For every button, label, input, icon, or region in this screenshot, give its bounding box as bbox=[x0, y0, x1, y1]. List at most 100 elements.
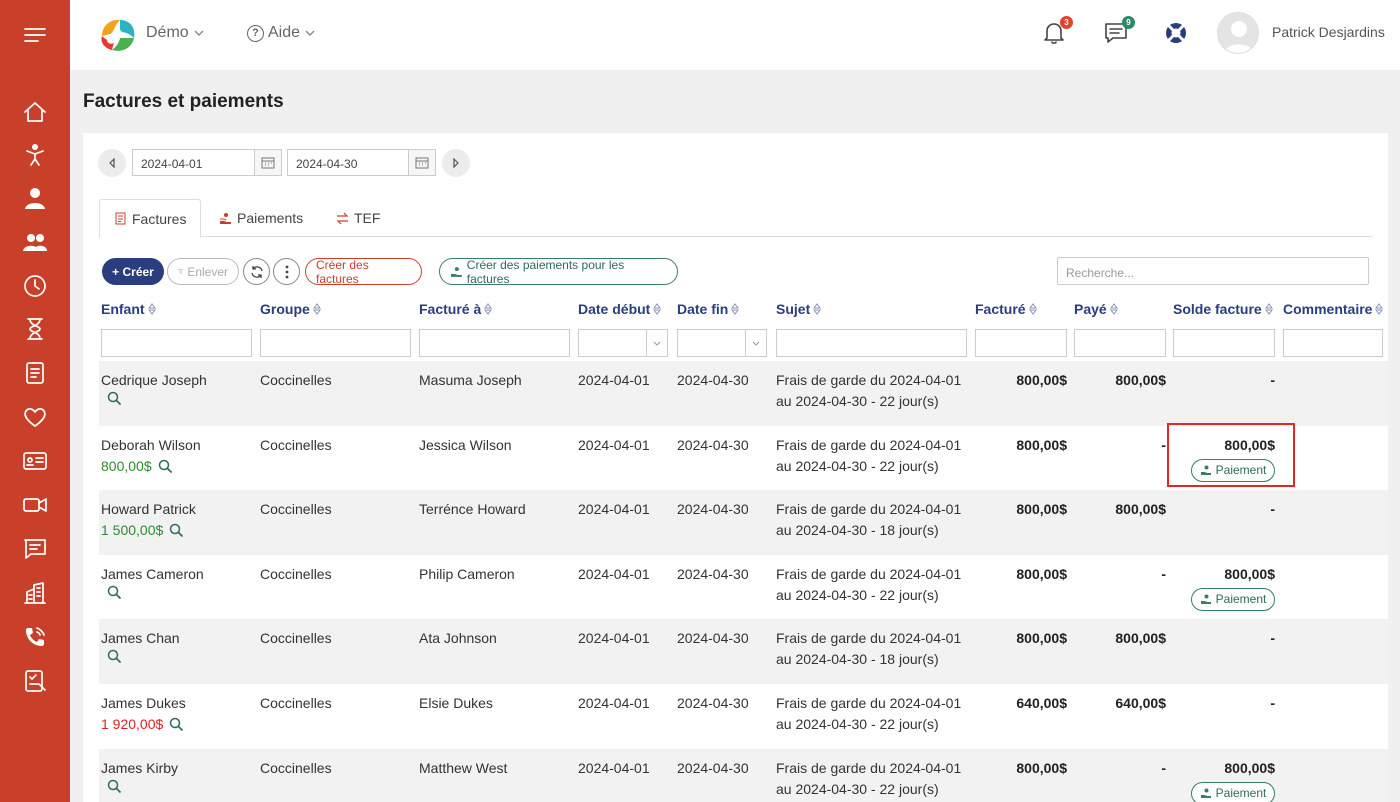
child-name[interactable]: James Chan bbox=[101, 628, 180, 649]
start-date-calendar-button[interactable] bbox=[254, 149, 282, 176]
column-header-sujet[interactable]: Sujet bbox=[776, 301, 822, 317]
magnifier-icon[interactable] bbox=[107, 649, 122, 664]
magnifier-icon[interactable] bbox=[107, 585, 122, 600]
column-header-solde-facture[interactable]: Solde facture bbox=[1173, 301, 1273, 317]
more-options-button[interactable] bbox=[273, 258, 300, 285]
next-period-button[interactable] bbox=[442, 149, 470, 177]
column-header-date-fin[interactable]: Date fin bbox=[677, 301, 740, 317]
invoice-icon[interactable] bbox=[20, 358, 50, 388]
filter-groupe[interactable] bbox=[260, 329, 411, 357]
remove-button[interactable]: Enlever bbox=[167, 258, 239, 285]
filter-sujet[interactable] bbox=[776, 329, 967, 357]
payment-button[interactable]: Paiement bbox=[1191, 781, 1275, 802]
cell-enfant: James Dukes 1 920,00$ bbox=[101, 693, 186, 735]
chat-icon[interactable] bbox=[20, 534, 50, 564]
org-dropdown[interactable]: Démo bbox=[146, 24, 205, 42]
clock-icon[interactable] bbox=[20, 271, 50, 301]
tab-factures[interactable]: Factures bbox=[99, 199, 202, 238]
child-name[interactable]: James Kirby bbox=[101, 758, 178, 779]
column-header-paye[interactable]: Payé bbox=[1074, 301, 1118, 317]
tab-paiements[interactable]: Paiements bbox=[205, 199, 317, 237]
refresh-icon bbox=[250, 265, 263, 278]
support-button[interactable] bbox=[1163, 20, 1191, 48]
cell-paye: 800,00$ bbox=[1115, 372, 1166, 388]
heart-icon[interactable] bbox=[20, 402, 50, 432]
table-row[interactable]: James Kirby Coccinelles Matthew West 2024-0… bbox=[99, 748, 1388, 802]
filter-enfant[interactable] bbox=[101, 329, 252, 357]
column-header-commentaire[interactable]: Commentaire bbox=[1283, 301, 1384, 317]
create-invoices-button[interactable]: Créer des factures bbox=[305, 258, 422, 286]
cell-sujet: Frais de garde du 2024-04-01 au 2024-04-3… bbox=[776, 435, 961, 477]
magnifier-icon[interactable] bbox=[169, 523, 184, 538]
magnifier-icon[interactable] bbox=[107, 391, 122, 406]
cell-groupe: Coccinelles bbox=[260, 372, 332, 388]
end-date-input[interactable]: 2024-04-30 bbox=[287, 149, 409, 176]
create-button[interactable]: + Créer bbox=[102, 258, 164, 285]
filter-date-debut-dropdown[interactable] bbox=[646, 329, 668, 357]
filter-facture-a[interactable] bbox=[419, 329, 570, 357]
kebab-menu-icon bbox=[285, 265, 288, 278]
hamburger-menu-icon[interactable] bbox=[18, 20, 52, 50]
report-icon[interactable] bbox=[20, 666, 50, 696]
table-row[interactable]: James Chan Coccinelles Ata Johnson 2024-04-… bbox=[99, 619, 1388, 685]
group-icon[interactable] bbox=[20, 227, 50, 257]
column-header-date-debut[interactable]: Date début bbox=[578, 301, 662, 317]
column-header-enfant[interactable]: Enfant bbox=[101, 301, 156, 317]
tab-label: Paiements bbox=[237, 210, 304, 226]
id-card-icon[interactable] bbox=[20, 446, 50, 476]
cell-sujet: Frais de garde du 2024-04-01 au 2024-04-3… bbox=[776, 693, 961, 735]
child-name[interactable]: James Cameron bbox=[101, 564, 204, 585]
child-name[interactable]: Howard Patrick bbox=[101, 499, 196, 520]
person-icon[interactable] bbox=[20, 183, 50, 213]
sidebar bbox=[0, 0, 70, 802]
sort-icon bbox=[1028, 303, 1037, 315]
table-row[interactable]: Howard Patrick 1 500,00$ Coccinelles Terrén… bbox=[99, 490, 1388, 556]
filter-facture[interactable] bbox=[975, 329, 1067, 357]
child-icon[interactable] bbox=[20, 140, 50, 170]
start-date-input[interactable]: 2024-04-01 bbox=[132, 149, 255, 176]
end-date-calendar-button[interactable] bbox=[408, 149, 436, 176]
table-row[interactable]: Cedrique Joseph Coccinelles Masuma Joseph 2… bbox=[99, 361, 1388, 426]
column-header-groupe[interactable]: Groupe bbox=[260, 301, 321, 317]
cell-facture: 800,00$ bbox=[1016, 372, 1067, 388]
column-header-facture[interactable]: Facturé bbox=[975, 301, 1037, 317]
messages-button[interactable]: 9 bbox=[1103, 16, 1135, 48]
tab-tef[interactable]: TEF bbox=[322, 199, 394, 237]
create-payments-button[interactable]: Créer des paiements pour les factures bbox=[439, 258, 678, 286]
phone-icon[interactable] bbox=[20, 622, 50, 652]
hourglass-icon[interactable] bbox=[20, 314, 50, 344]
home-icon[interactable] bbox=[20, 97, 50, 127]
hand-coin-icon bbox=[1200, 788, 1211, 798]
user-name[interactable]: Patrick Desjardins bbox=[1272, 24, 1385, 40]
cell-sujet: Frais de garde du 2024-04-01 au 2024-04-3… bbox=[776, 628, 961, 670]
child-name[interactable]: Deborah Wilson bbox=[101, 435, 201, 456]
cell-groupe: Coccinelles bbox=[260, 759, 332, 776]
avatar[interactable] bbox=[1217, 12, 1259, 54]
magnifier-icon[interactable] bbox=[169, 717, 184, 732]
filter-date-debut[interactable] bbox=[578, 329, 648, 357]
filter-paye[interactable] bbox=[1074, 329, 1166, 357]
child-name[interactable]: James Dukes bbox=[101, 693, 186, 714]
magnifier-icon[interactable] bbox=[107, 779, 122, 794]
payment-button[interactable]: Paiement bbox=[1191, 587, 1275, 611]
child-name[interactable]: Cedrique Joseph bbox=[101, 370, 207, 391]
filter-solde-facture[interactable] bbox=[1173, 329, 1275, 357]
column-header-facture-a[interactable]: Facturé à bbox=[419, 301, 493, 317]
column-header-label: Facturé bbox=[975, 301, 1026, 317]
table-row[interactable]: James Cameron Coccinelles Philip Cameron 20… bbox=[99, 555, 1388, 620]
notification-count-badge: 3 bbox=[1060, 16, 1073, 29]
notifications-button[interactable]: 3 bbox=[1041, 16, 1073, 48]
video-icon[interactable] bbox=[20, 490, 50, 520]
magnifier-icon[interactable] bbox=[158, 459, 173, 474]
search-input[interactable]: Recherche... bbox=[1057, 257, 1369, 285]
building-icon[interactable] bbox=[20, 578, 50, 608]
filter-date-fin[interactable] bbox=[677, 329, 747, 357]
prev-period-button[interactable] bbox=[98, 149, 126, 177]
subject-line-1: Frais de garde du 2024-04-01 bbox=[776, 501, 962, 518]
filter-commentaire[interactable] bbox=[1283, 329, 1383, 357]
refresh-button[interactable] bbox=[243, 258, 270, 285]
help-dropdown[interactable]: ? Aide bbox=[247, 24, 316, 42]
filter-date-fin-dropdown[interactable] bbox=[745, 329, 767, 357]
table-row[interactable]: James Dukes 1 920,00$ Coccinelles Elsie Duk… bbox=[99, 684, 1388, 749]
tab-label: TEF bbox=[354, 210, 381, 226]
